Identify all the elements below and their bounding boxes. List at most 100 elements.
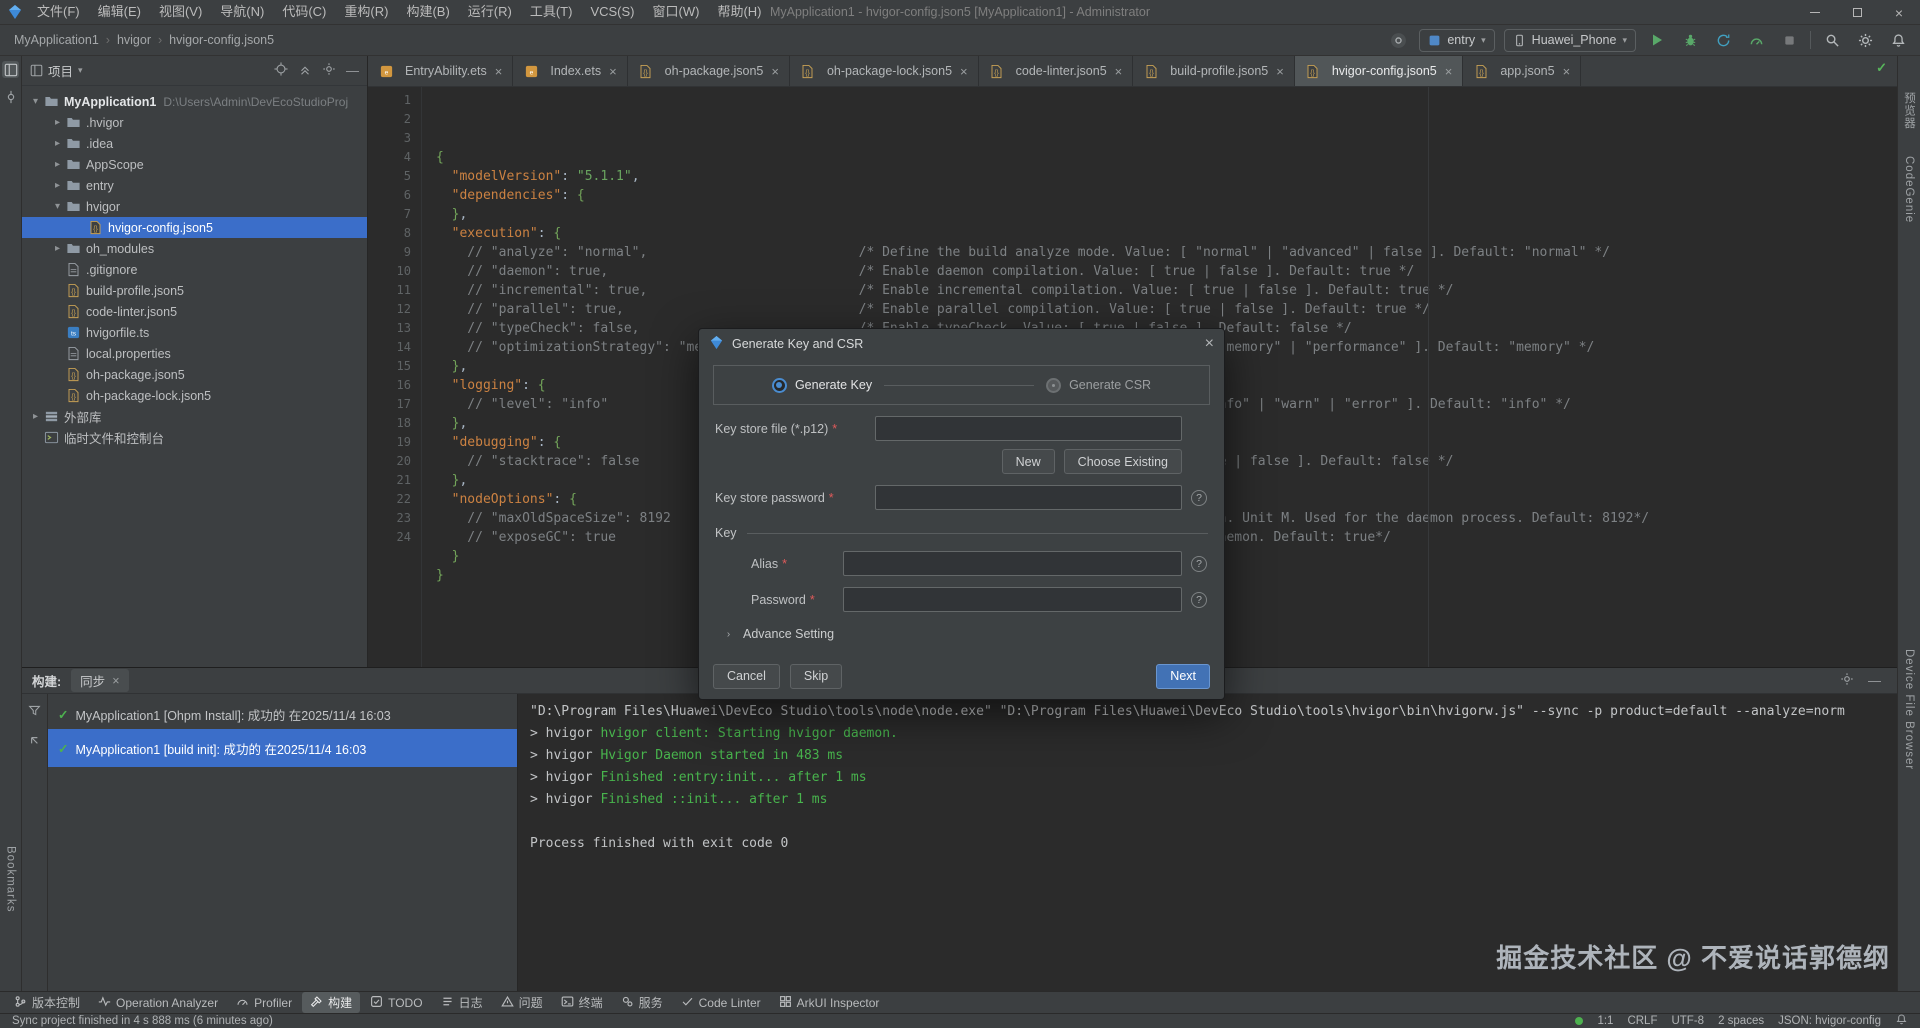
menu-item[interactable]: 构建(B) xyxy=(397,0,458,24)
settings-gear-icon[interactable] xyxy=(1853,29,1877,51)
status-item[interactable]: 1:1 xyxy=(1597,1015,1613,1027)
status-item[interactable]: UTF-8 xyxy=(1671,1015,1704,1027)
tree-item[interactable]: {}code-linter.json5 xyxy=(22,301,367,322)
tree-item[interactable]: ▸外部库 xyxy=(22,406,367,427)
editor-tab[interactable]: eIndex.ets× xyxy=(513,56,627,86)
tool-window-button[interactable]: 问题 xyxy=(493,992,551,1013)
hide-build-icon[interactable]: — xyxy=(1868,673,1881,688)
tab-close-icon[interactable]: × xyxy=(1445,64,1453,79)
menu-item[interactable]: 文件(F) xyxy=(28,0,89,24)
choose-existing-button[interactable]: Choose Existing xyxy=(1064,449,1182,474)
dialog-close-icon[interactable]: × xyxy=(1205,336,1214,352)
search-icon[interactable] xyxy=(1820,29,1844,51)
tree-item[interactable]: .gitignore xyxy=(22,259,367,280)
tool-window-button[interactable]: 服务 xyxy=(613,992,671,1013)
help-icon[interactable]: ? xyxy=(1191,490,1207,506)
menu-item[interactable]: 编辑(E) xyxy=(89,0,150,24)
sync-button[interactable] xyxy=(1711,29,1735,51)
hide-panel-icon[interactable]: — xyxy=(346,63,359,78)
tree-item[interactable]: ▾MyApplication1D:\Users\Admin\DevEcoStud… xyxy=(22,91,367,112)
menu-item[interactable]: 工具(T) xyxy=(521,0,582,24)
maximize-button[interactable] xyxy=(1836,0,1878,25)
panel-settings-icon[interactable] xyxy=(322,62,336,79)
menu-item[interactable]: 运行(R) xyxy=(459,0,521,24)
tab-close-icon[interactable]: × xyxy=(1276,64,1284,79)
editor-tab[interactable]: {}hvigor-config.json5× xyxy=(1295,56,1464,86)
debug-button[interactable] xyxy=(1678,29,1702,51)
tree-item[interactable]: ▸AppScope xyxy=(22,154,367,175)
help-icon[interactable]: ? xyxy=(1191,556,1207,572)
menu-item[interactable]: 导航(N) xyxy=(211,0,273,24)
tab-close-icon[interactable]: × xyxy=(1563,64,1571,79)
build-settings-icon[interactable] xyxy=(1840,672,1854,689)
chevron-icon[interactable]: ▸ xyxy=(50,117,65,128)
alias-input[interactable] xyxy=(843,551,1182,576)
tree-item[interactable]: ▸oh_modules xyxy=(22,238,367,259)
notifications-bell-icon[interactable] xyxy=(1886,29,1910,51)
minimize-button[interactable] xyxy=(1794,0,1836,25)
editor-tab[interactable]: {}oh-package-lock.json5× xyxy=(790,56,979,86)
menu-item[interactable]: 代码(C) xyxy=(273,0,335,24)
stripe-item-device-file-browser[interactable]: Device File Browser xyxy=(1903,649,1915,770)
stop-button[interactable] xyxy=(1777,29,1801,51)
editor-tab[interactable]: {}build-profile.json5× xyxy=(1133,56,1295,86)
chevron-icon[interactable]: ▸ xyxy=(50,180,65,191)
filter-icon[interactable] xyxy=(28,704,41,720)
editor-tab[interactable]: eEntryAbility.ets× xyxy=(368,56,513,86)
tree-item[interactable]: 临时文件和控制台 xyxy=(22,427,367,448)
breadcrumb-item[interactable]: hvigor-config.json5 xyxy=(169,33,274,47)
rerun-icon[interactable] xyxy=(28,734,41,750)
chevron-icon[interactable]: ▸ xyxy=(50,243,65,254)
tree-item[interactable]: ▸entry xyxy=(22,175,367,196)
project-title[interactable]: 项目 ▾ xyxy=(30,61,83,80)
step-generate-key[interactable]: Generate Key xyxy=(772,378,872,393)
chevron-icon[interactable]: ▸ xyxy=(50,159,65,170)
step-generate-csr[interactable]: Generate CSR xyxy=(1046,378,1151,393)
status-item[interactable]: JSON: hvigor-config xyxy=(1778,1015,1881,1027)
tab-sync[interactable]: 同步 × xyxy=(71,669,128,692)
tool-window-button[interactable]: Code Linter xyxy=(673,993,769,1013)
keystore-password-input[interactable] xyxy=(875,485,1182,510)
status-item[interactable]: 2 spaces xyxy=(1718,1015,1764,1027)
collapse-all-icon[interactable] xyxy=(298,62,312,79)
tab-close-icon[interactable]: × xyxy=(1115,64,1123,79)
tab-close-icon[interactable]: × xyxy=(609,64,617,79)
breadcrumb-item[interactable]: MyApplication1 xyxy=(14,33,99,47)
tab-close-icon[interactable]: × xyxy=(771,64,779,79)
tree-item[interactable]: {}hvigor-config.json5 xyxy=(22,217,367,238)
stripe-item-codegenie[interactable]: CodeGenie xyxy=(1903,156,1915,223)
project-stripe-icon[interactable] xyxy=(2,61,19,78)
tool-window-button[interactable]: ArkUI Inspector xyxy=(771,993,888,1013)
module-selector[interactable]: entry ▾ xyxy=(1419,29,1494,52)
menu-item[interactable]: 窗口(W) xyxy=(644,0,709,24)
stripe-item-previewer[interactable]: 预览器 xyxy=(1901,92,1917,130)
ide-settings-icon[interactable] xyxy=(1386,29,1410,51)
cancel-button[interactable]: Cancel xyxy=(713,664,780,689)
tool-window-button[interactable]: 日志 xyxy=(433,992,491,1013)
tool-window-button[interactable]: Profiler xyxy=(228,993,300,1013)
close-button[interactable]: × xyxy=(1878,0,1920,25)
tree-item[interactable]: {}oh-package.json5 xyxy=(22,364,367,385)
build-task-row[interactable]: ✓MyApplication1 [Ohpm Install]: 成功的 在202… xyxy=(48,699,517,729)
tree-item[interactable]: {}build-profile.json5 xyxy=(22,280,367,301)
build-task-row[interactable]: ✓MyApplication1 [build init]: 成功的 在2025/… xyxy=(48,729,517,767)
menu-item[interactable]: 帮助(H) xyxy=(708,0,770,24)
keystore-file-input[interactable] xyxy=(875,416,1182,441)
next-button[interactable]: Next xyxy=(1156,664,1210,689)
menu-item[interactable]: 重构(R) xyxy=(335,0,397,24)
editor-tab[interactable]: {}app.json5× xyxy=(1463,56,1581,86)
chevron-icon[interactable]: ▸ xyxy=(50,138,65,149)
tab-close-icon[interactable]: × xyxy=(960,64,968,79)
tree-item[interactable]: tshvigorfile.ts xyxy=(22,322,367,343)
status-item[interactable]: CRLF xyxy=(1627,1015,1657,1027)
tab-close-icon[interactable]: × xyxy=(112,674,119,688)
tree-item[interactable]: ▸.idea xyxy=(22,133,367,154)
tab-close-icon[interactable]: × xyxy=(495,64,503,79)
tree-item[interactable]: ▸.hvigor xyxy=(22,112,367,133)
tool-window-button[interactable]: TODO xyxy=(362,993,430,1013)
tool-window-button[interactable]: Operation Analyzer xyxy=(90,993,226,1013)
stripe-item-bookmarks[interactable]: Bookmarks xyxy=(5,846,17,913)
skip-button[interactable]: Skip xyxy=(790,664,842,689)
editor-tab[interactable]: {}oh-package.json5× xyxy=(628,56,790,86)
tool-window-button[interactable]: 版本控制 xyxy=(6,992,88,1013)
